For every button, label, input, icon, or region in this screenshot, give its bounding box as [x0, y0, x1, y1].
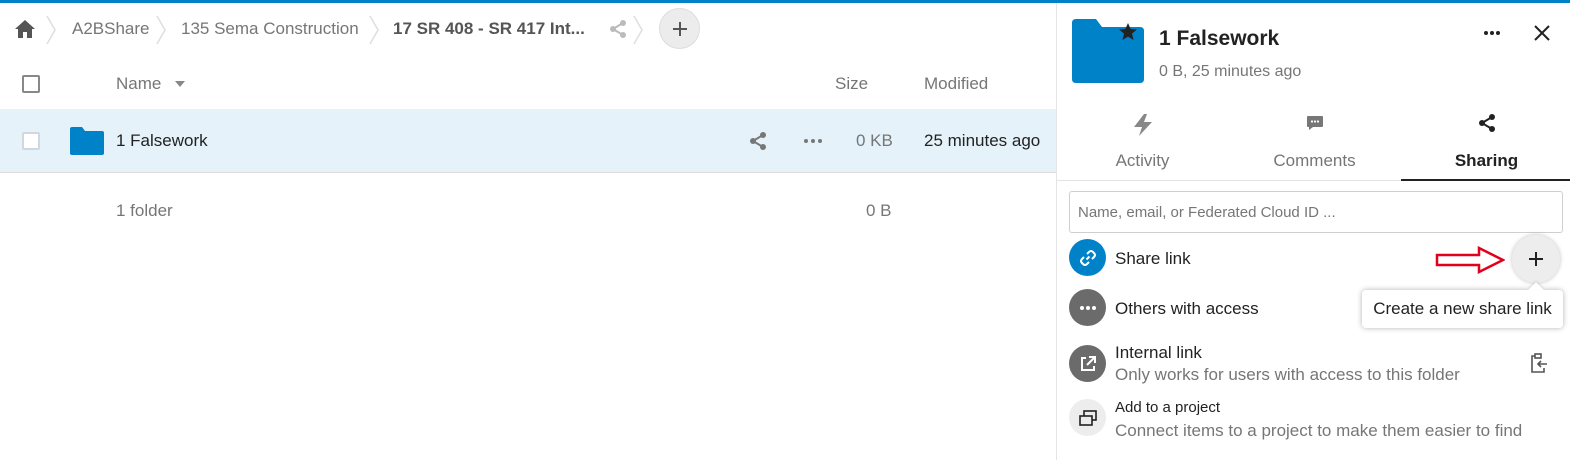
- row-share-button[interactable]: [748, 109, 768, 173]
- sidebar-close-button[interactable]: [1526, 17, 1558, 49]
- table-summary: 1 folder 0 B: [0, 183, 1056, 239]
- project-icon: [1069, 399, 1106, 436]
- link-icon: [1069, 239, 1106, 276]
- more-icon: [1484, 31, 1500, 35]
- breadcrumb-home[interactable]: [14, 3, 36, 55]
- folder-icon: [70, 109, 104, 173]
- share-link-label: Share link: [1115, 249, 1191, 268]
- plus-icon: [672, 21, 687, 36]
- row-actions-button[interactable]: [803, 109, 823, 173]
- close-icon: [1534, 25, 1550, 41]
- breadcrumb-item-135-sema[interactable]: 135 Sema Construction: [181, 3, 359, 55]
- details-sidebar: 1 Falsework 0 B, 25 minutes ago Activity…: [1056, 3, 1570, 460]
- select-all-checkbox[interactable]: [22, 75, 40, 93]
- sidebar-tabs: Activity Comments Sharing: [1057, 107, 1570, 181]
- internal-link-entry: Internal link Only works for users with …: [1069, 343, 1563, 389]
- others-with-access-label: Others with access: [1115, 299, 1259, 318]
- breadcrumb-separator: [633, 15, 643, 45]
- file-list-area: A2BShare 135 Sema Construction 17 SR 408…: [0, 3, 1056, 460]
- tab-activity-label: Activity: [1115, 151, 1170, 170]
- comments-icon: [1229, 113, 1400, 133]
- favorite-star-button[interactable]: [1117, 21, 1139, 43]
- tab-sharing-label: Sharing: [1454, 151, 1519, 170]
- tooltip-create-share-link: Create a new share link: [1362, 290, 1563, 328]
- copy-internal-link-button[interactable]: [1523, 347, 1555, 379]
- table-header: Name Size Modified: [0, 63, 1056, 105]
- row-filename[interactable]: 1 Falsework: [116, 109, 208, 173]
- internal-link-description: Only works for users with access to this…: [1115, 365, 1460, 384]
- sidebar-subtitle: 0 B, 25 minutes ago: [1159, 63, 1302, 80]
- breadcrumb: A2BShare 135 Sema Construction 17 SR 408…: [0, 3, 1056, 55]
- breadcrumb-item-current[interactable]: 17 SR 408 - SR 417 Int...: [393, 3, 585, 55]
- breadcrumb-separator: [369, 15, 379, 45]
- tab-comments-label: Comments: [1273, 151, 1356, 170]
- sidebar-menu-button[interactable]: [1476, 17, 1508, 49]
- add-to-project-title: Add to a project: [1115, 399, 1221, 416]
- sidebar-title: 1 Falsework: [1159, 27, 1280, 50]
- annotation-arrow: [1435, 246, 1505, 274]
- row-modified: 25 minutes ago: [924, 131, 1041, 150]
- share-icon: [750, 132, 766, 150]
- tab-comments[interactable]: Comments: [1229, 107, 1400, 181]
- column-header-name[interactable]: Name: [116, 63, 186, 105]
- sort-down-icon: [175, 81, 186, 87]
- column-header-modified[interactable]: Modified: [924, 63, 988, 105]
- activity-icon: [1057, 113, 1228, 137]
- more-icon: [1069, 289, 1106, 326]
- tab-activity[interactable]: Activity: [1057, 107, 1228, 181]
- more-icon: [804, 139, 822, 143]
- row-checkbox[interactable]: [22, 132, 40, 150]
- external-link-icon: [1069, 345, 1106, 382]
- internal-link-title: Internal link: [1115, 343, 1202, 362]
- home-icon: [15, 20, 35, 38]
- add-share-link-button[interactable]: [1512, 235, 1560, 283]
- share-icon: [610, 20, 626, 38]
- new-file-button[interactable]: [659, 8, 700, 49]
- summary-size: 0 B: [866, 201, 892, 220]
- share-search-input[interactable]: [1069, 191, 1563, 233]
- tab-sharing[interactable]: Sharing: [1401, 107, 1570, 181]
- breadcrumb-separator: [46, 15, 56, 45]
- add-to-project-description: Connect items to a project to make them …: [1115, 421, 1523, 440]
- plus-icon: [1529, 252, 1543, 266]
- breadcrumb-item-a2bshare[interactable]: A2BShare: [72, 3, 150, 55]
- summary-count: 1 folder: [116, 201, 173, 220]
- share-icon: [1401, 113, 1570, 133]
- breadcrumb-share-button[interactable]: [608, 3, 628, 55]
- breadcrumb-separator: [156, 15, 166, 45]
- column-header-size[interactable]: Size: [835, 63, 868, 105]
- add-to-project-entry[interactable]: Add to a project Connect items to a proj…: [1069, 397, 1563, 447]
- row-size: 0 KB: [856, 131, 893, 150]
- clipboard-icon: [1531, 353, 1547, 373]
- star-icon: [1119, 23, 1137, 40]
- others-with-access-entry[interactable]: Others with access: [1069, 289, 1359, 329]
- table-row[interactable]: 1 Falsework 0 KB 25 minutes ago: [0, 109, 1056, 173]
- column-name-label: Name: [116, 74, 162, 93]
